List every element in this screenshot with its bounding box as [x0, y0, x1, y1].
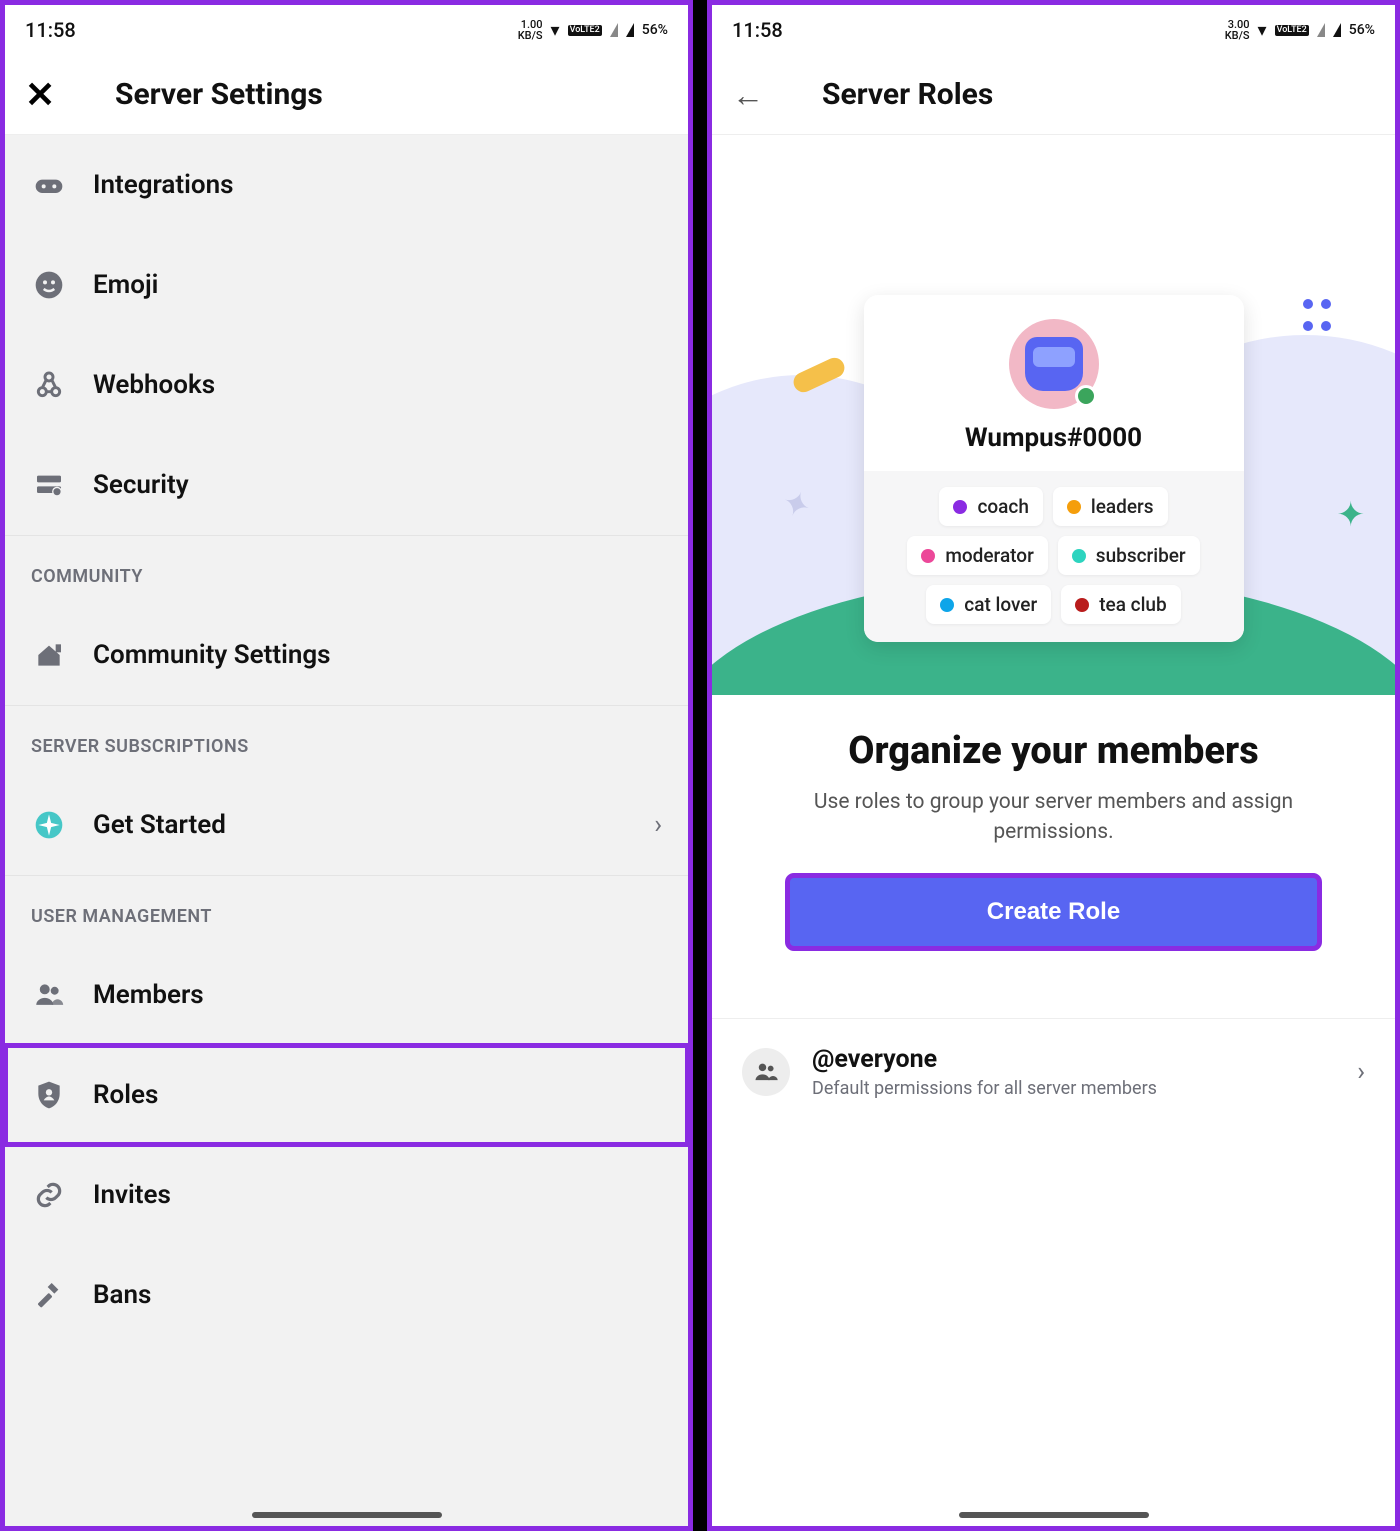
- row-label: Invites: [93, 1180, 171, 1210]
- signal-icon: [626, 23, 634, 37]
- status-battery: 56%: [642, 22, 668, 38]
- row-label: Bans: [93, 1280, 151, 1310]
- android-nav-handle[interactable]: [959, 1512, 1149, 1518]
- status-time: 11:58: [732, 18, 783, 42]
- row-label: Roles: [93, 1080, 158, 1110]
- section-header-community: COMMUNITY: [5, 535, 688, 605]
- compass-star-icon: [31, 807, 67, 843]
- role-color-dot: [1072, 549, 1086, 563]
- role-subtitle: Default permissions for all server membe…: [812, 1078, 1335, 1099]
- row-label: Integrations: [93, 170, 234, 200]
- back-arrow-icon[interactable]: ←: [732, 76, 764, 114]
- role-name: @everyone: [812, 1045, 1335, 1074]
- role-everyone-row[interactable]: @everyone Default permissions for all se…: [712, 1018, 1395, 1125]
- wifi-icon: ▾: [1258, 20, 1267, 41]
- role-chip-label: leaders: [1091, 495, 1154, 518]
- chevron-right-icon: ›: [1357, 1057, 1365, 1087]
- role-chip-label: moderator: [945, 544, 1033, 567]
- role-chip: leaders: [1053, 487, 1168, 526]
- status-kbs: 3.00KB/S: [1225, 19, 1250, 41]
- status-bar: 11:58 1.00KB/S ▾ VoLTE2 56%: [5, 5, 688, 55]
- signal-icon: [1317, 23, 1325, 37]
- promo-subtext: Use roles to group your server members a…: [774, 787, 1334, 848]
- role-chip: subscriber: [1058, 536, 1200, 575]
- row-integrations[interactable]: Integrations: [5, 135, 688, 235]
- role-color-dot: [1075, 598, 1089, 612]
- row-webhooks[interactable]: Webhooks: [5, 335, 688, 435]
- row-members[interactable]: Members: [5, 945, 688, 1045]
- emoji-icon: [31, 267, 67, 303]
- roles-promo: Organize your members Use roles to group…: [712, 695, 1395, 948]
- role-chip: tea club: [1061, 585, 1180, 624]
- decoration-dots: [1299, 295, 1335, 339]
- hammer-icon: [31, 1277, 67, 1313]
- example-username: Wumpus#0000: [884, 423, 1224, 453]
- security-panel-icon: [31, 467, 67, 503]
- people-icon: [742, 1048, 790, 1096]
- role-color-dot: [1067, 500, 1081, 514]
- row-label: Security: [93, 470, 189, 500]
- row-label: Community Settings: [93, 640, 331, 670]
- app-bar: ← Server Roles: [712, 55, 1395, 135]
- role-chip-label: tea club: [1099, 593, 1166, 616]
- shield-person-icon: [31, 1077, 67, 1113]
- chevron-right-icon: ›: [654, 810, 662, 840]
- section-header-user-management: USER MANAGEMENT: [5, 875, 688, 945]
- role-chip-label: coach: [977, 495, 1028, 518]
- sparkle-icon: ✦: [1337, 495, 1366, 535]
- row-bans[interactable]: Bans: [5, 1245, 688, 1345]
- role-color-dot: [921, 549, 935, 563]
- row-label: Webhooks: [93, 370, 215, 400]
- signal-icon: [610, 23, 618, 37]
- gamepad-icon: [31, 167, 67, 203]
- webhook-icon: [31, 367, 67, 403]
- role-chip: cat lover: [926, 585, 1051, 624]
- wifi-icon: ▾: [551, 20, 560, 41]
- presence-online-icon: [1075, 385, 1097, 407]
- create-role-button[interactable]: Create Role: [788, 876, 1319, 948]
- status-time: 11:58: [25, 18, 76, 42]
- row-invites[interactable]: Invites: [5, 1145, 688, 1245]
- role-color-dot: [940, 598, 954, 612]
- section-header-subscriptions: SERVER SUBSCRIPTIONS: [5, 705, 688, 775]
- link-icon: [31, 1177, 67, 1213]
- settings-list[interactable]: Integrations Emoji Webhooks Security: [5, 135, 688, 1526]
- promo-heading: Organize your members: [752, 729, 1355, 773]
- volte-icon: VoLTE2: [1275, 25, 1309, 36]
- role-chip: coach: [939, 487, 1042, 526]
- volte-icon: VoLTE2: [568, 25, 602, 36]
- page-title: Server Settings: [115, 77, 668, 112]
- avatar: [1009, 319, 1099, 409]
- row-get-started[interactable]: Get Started ›: [5, 775, 688, 875]
- row-emoji[interactable]: Emoji: [5, 235, 688, 335]
- status-kbs: 1.00KB/S: [518, 19, 543, 41]
- row-security[interactable]: Security: [5, 435, 688, 535]
- signal-icon: [1333, 23, 1341, 37]
- row-community-settings[interactable]: Community Settings: [5, 605, 688, 705]
- role-chip-label: subscriber: [1096, 544, 1186, 567]
- screenshot-server-settings: 11:58 1.00KB/S ▾ VoLTE2 56% ✕ Server Set…: [0, 0, 693, 1531]
- house-flag-icon: [31, 637, 67, 673]
- example-profile-card: Wumpus#0000 coach leaders moderator subscri…: [864, 295, 1244, 642]
- row-label: Emoji: [93, 270, 158, 300]
- status-battery: 56%: [1349, 22, 1375, 38]
- row-label: Members: [93, 980, 204, 1010]
- role-chip: moderator: [907, 536, 1047, 575]
- close-icon[interactable]: ✕: [25, 74, 55, 116]
- android-nav-handle[interactable]: [252, 1512, 442, 1518]
- roles-hero-illustration: ✦ ✦ Wumpus#0000 coachleadersmoderatorsub…: [712, 135, 1395, 695]
- role-color-dot: [953, 500, 967, 514]
- status-bar: 11:58 3.00KB/S ▾ VoLTE2 56%: [712, 5, 1395, 55]
- role-chip-label: cat lover: [964, 593, 1037, 616]
- screenshot-server-roles: 11:58 3.00KB/S ▾ VoLTE2 56% ← Server Rol…: [707, 0, 1400, 1531]
- members-icon: [31, 977, 67, 1013]
- app-bar: ✕ Server Settings: [5, 55, 688, 135]
- row-roles[interactable]: Roles: [5, 1045, 688, 1145]
- page-title: Server Roles: [822, 77, 1375, 112]
- row-label: Get Started: [93, 810, 226, 840]
